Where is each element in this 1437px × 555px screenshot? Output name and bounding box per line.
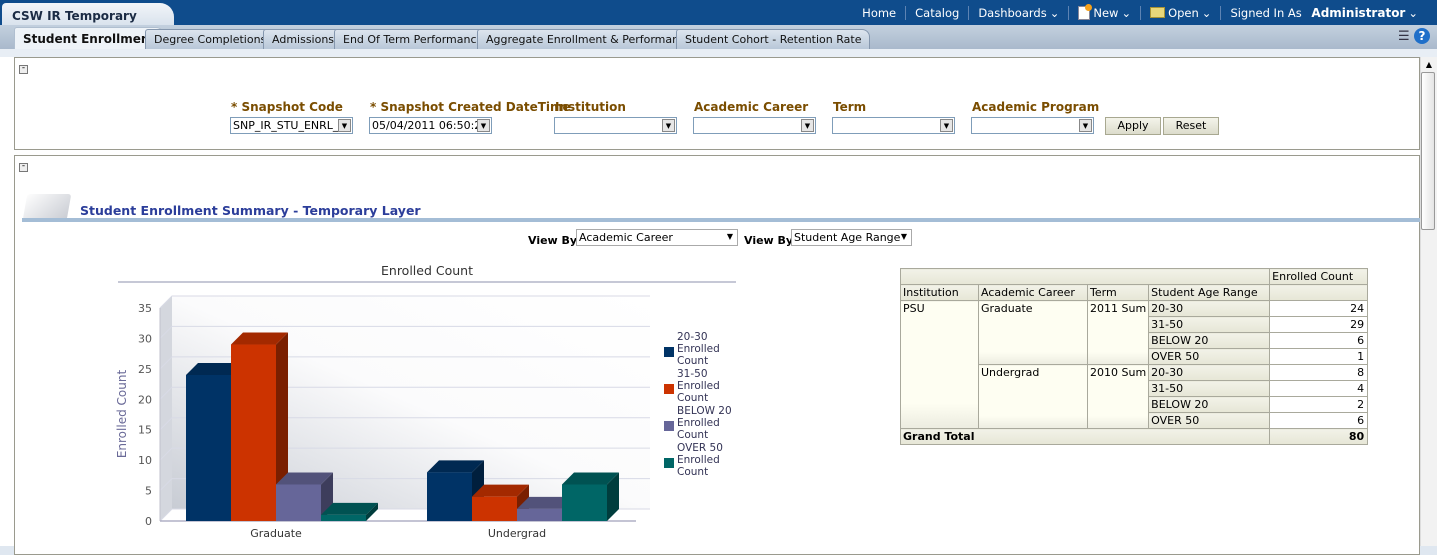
bar-graduate-2 (276, 484, 321, 521)
legend-label: Count (677, 429, 708, 441)
legend-label: Count (677, 392, 708, 404)
dashboards-menu[interactable]: Dashboards ⌄ (968, 5, 1068, 20)
term-cell: 2011 Sum (1086, 300, 1150, 365)
new-document-icon (1078, 3, 1093, 20)
y-tick-label: 10 (138, 454, 152, 467)
folder-icon (1150, 7, 1166, 18)
age-range-cell: BELOW 20 (1148, 332, 1271, 349)
value-cell: 2 (1269, 396, 1369, 413)
bar-graduate-1 (231, 344, 276, 521)
dashboards-label: Dashboards (978, 5, 1047, 20)
signed-in-label: Signed In As (1230, 5, 1302, 20)
academic-program-label: Academic Program (972, 100, 1100, 114)
x-tick-label: Graduate (250, 527, 302, 540)
value-cell: 6 (1269, 332, 1369, 349)
chevron-down-icon: ⌄ (1201, 5, 1212, 20)
y-tick-label: 15 (138, 424, 152, 437)
legend-label: Enrolled (677, 380, 720, 392)
column-header: Academic Career (978, 284, 1088, 301)
column-header: Student Age Range (1148, 284, 1271, 301)
table-row: PSU Graduate 2011 Sum 20-30 24 (900, 300, 1369, 429)
global-nav: Home Catalog Dashboards ⌄ New ⌄ Open ⌄ Sign… (853, 0, 1427, 25)
institution-cell: PSU (900, 300, 979, 429)
column-header: Institution (900, 284, 979, 301)
age-range-cell: OVER 50 (1148, 348, 1271, 365)
chart-title: Enrolled Count (381, 263, 473, 278)
grand-total-label: Grand Total (899, 428, 1271, 445)
dropdown-arrow-icon: ▼ (1079, 119, 1092, 132)
chevron-down-icon: ⌄ (1049, 5, 1060, 20)
bar-undergrad-1 (472, 496, 517, 521)
age-range-cell: 20-30 (1148, 364, 1271, 381)
value-cell: 6 (1269, 412, 1369, 429)
page-options-icon[interactable]: ☰ (1398, 29, 1410, 44)
legend-label: Count (677, 355, 708, 367)
value-cell: 24 (1269, 300, 1369, 317)
legend-swatch (664, 347, 674, 357)
y-tick-label: 5 (145, 485, 152, 498)
plot-side-wall (160, 296, 172, 521)
bar-undergrad-3 (562, 484, 607, 521)
new-label: New (1093, 5, 1119, 20)
measure-header: Enrolled Count (1269, 268, 1369, 285)
dropdown-arrow-icon: ▼ (900, 232, 907, 241)
y-tick-label: 30 (138, 332, 152, 345)
enrolled-count-chart: Enrolled Count Enrolled Count 0 5 10 15 20 25… (115, 263, 736, 540)
help-icon[interactable]: ? (1414, 28, 1430, 44)
legend-label: 31-50 (677, 368, 708, 380)
measure-subheader (1269, 284, 1369, 301)
bar-undergrad-2 (517, 508, 562, 521)
legend-label: BELOW 20 (677, 405, 732, 417)
y-tick-label: 0 (145, 515, 152, 528)
legend-swatch (664, 458, 674, 468)
legend-label: Count (677, 466, 708, 478)
column-header: Term (1086, 284, 1150, 301)
y-tick-label: 20 (138, 393, 152, 406)
legend-swatch (664, 421, 674, 431)
apply-button[interactable]: Apply (1105, 117, 1161, 135)
age-range-cell: OVER 50 (1148, 412, 1271, 429)
legend-label: Enrolled (677, 343, 720, 355)
legend-label: 20-30 (677, 331, 708, 343)
legend-label: Enrolled (677, 417, 720, 429)
y-axis-label: Enrolled Count (115, 370, 129, 459)
catalog-link[interactable]: Catalog (905, 5, 968, 20)
new-menu[interactable]: New ⌄ (1068, 3, 1140, 20)
age-range-cell: 20-30 (1148, 300, 1271, 317)
reset-button[interactable]: Reset (1163, 117, 1219, 135)
legend-label: OVER 50 (677, 442, 723, 454)
pivot-table: Enrolled Count Institution Academic Career… (899, 268, 1369, 445)
career-cell: Graduate (978, 300, 1088, 365)
bar-graduate-3 (321, 514, 366, 521)
username: Administrator (1311, 5, 1406, 20)
scrollbar-thumb[interactable] (1421, 72, 1435, 230)
age-range-cell: 31-50 (1148, 316, 1271, 333)
career-cell: Undergrad (978, 364, 1088, 429)
bar-graduate-0 (186, 374, 231, 521)
scroll-up-icon[interactable]: ▲ (1421, 60, 1437, 69)
value-cell: 4 (1269, 380, 1369, 397)
legend-label: Enrolled (677, 454, 720, 466)
chevron-down-icon: ⌄ (1121, 5, 1132, 20)
value-cell: 29 (1269, 316, 1369, 333)
bar-undergrad-0 (427, 472, 472, 521)
legend-swatch (664, 384, 674, 394)
y-tick-label: 25 (138, 363, 152, 376)
value-cell: 1 (1269, 348, 1369, 365)
age-range-cell: BELOW 20 (1148, 396, 1271, 413)
academic-program-select[interactable]: ▼ (971, 117, 1094, 134)
table-corner (899, 268, 1271, 285)
grand-total-value: 80 (1269, 428, 1369, 445)
term-cell: 2010 Sum (1086, 364, 1150, 429)
dropdown-arrow-icon: ▼ (940, 119, 953, 132)
user-menu[interactable]: Signed In As Administrator ⌄ (1220, 5, 1427, 20)
open-label: Open (1168, 5, 1199, 20)
value-cell: 8 (1269, 364, 1369, 381)
chevron-down-icon: ⌄ (1408, 5, 1418, 20)
x-tick-label: Undergrad (488, 527, 546, 540)
y-tick-label: 35 (138, 302, 152, 315)
age-range-cell: 31-50 (1148, 380, 1271, 397)
open-menu[interactable]: Open ⌄ (1140, 5, 1220, 20)
